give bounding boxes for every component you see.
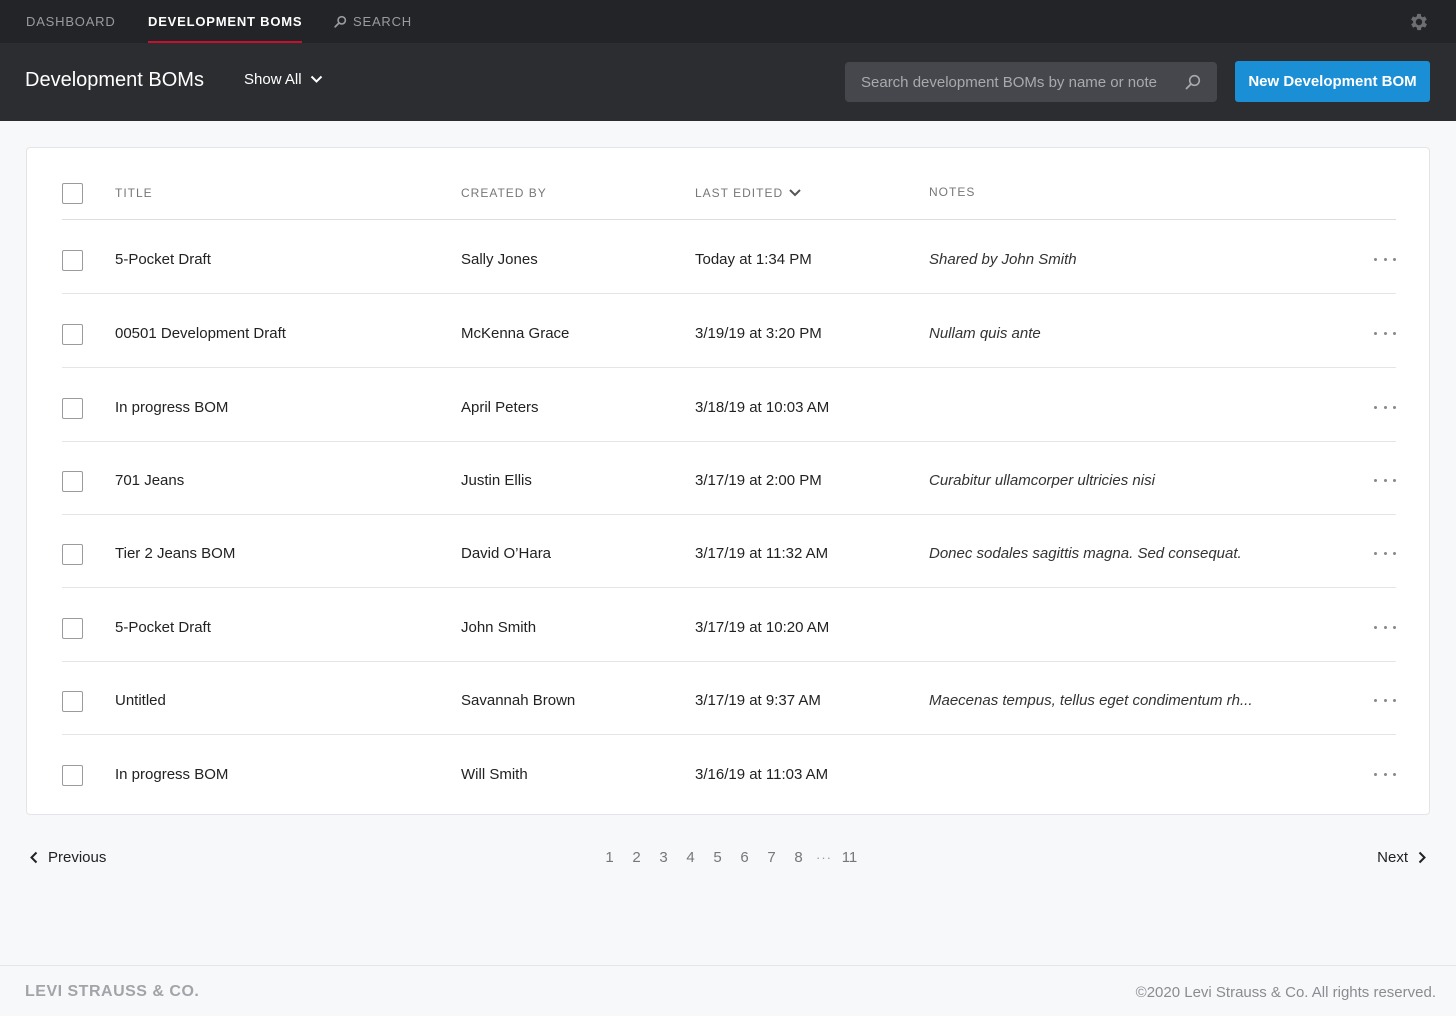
nav-dashboard[interactable]: DASHBOARD <box>26 0 116 43</box>
table-row[interactable]: Untitled Savannah Brown 3/17/19 at 9:37 … <box>62 662 1396 735</box>
chevron-down-icon <box>310 75 322 83</box>
more-icon[interactable] <box>1374 249 1396 269</box>
row-created-by: Will Smith <box>461 766 528 783</box>
row-last-edited: 3/17/19 at 9:37 AM <box>695 692 821 709</box>
row-created-by: Sally Jones <box>461 251 538 268</box>
row-notes: Donec sodales sagittis magna. Sed conseq… <box>929 545 1242 562</box>
table-row[interactable]: In progress BOM Will Smith 3/16/19 at 11… <box>62 736 1396 809</box>
page-number[interactable]: 4 <box>677 849 704 866</box>
row-title[interactable]: 00501 Development Draft <box>115 325 286 342</box>
row-notes: Curabitur ullamcorper ultricies nisi <box>929 472 1155 489</box>
nav-development-boms[interactable]: DEVELOPMENT BOMs <box>148 0 303 43</box>
row-last-edited: 3/17/19 at 11:32 AM <box>695 545 829 562</box>
row-last-edited: 3/19/19 at 3:20 PM <box>695 325 822 342</box>
table-row[interactable]: 701 Jeans Justin Ellis 3/17/19 at 2:00 P… <box>62 442 1396 515</box>
row-last-edited: 3/16/19 at 11:03 AM <box>695 766 829 783</box>
column-title[interactable]: TITLE <box>115 186 153 200</box>
search-icon <box>334 15 347 28</box>
row-checkbox[interactable] <box>62 765 83 786</box>
next-label: Next <box>1377 849 1408 866</box>
table-row[interactable]: 00501 Development Draft McKenna Grace 3/… <box>62 295 1396 368</box>
more-icon[interactable] <box>1374 764 1396 784</box>
page-title: Development BOMs <box>25 69 204 91</box>
nav-search-label: SEARCH <box>353 14 412 29</box>
previous-page-button[interactable]: Previous <box>30 849 106 866</box>
column-last-edited-label: LAST EDITED <box>695 186 784 200</box>
row-title[interactable]: 701 Jeans <box>115 472 184 489</box>
row-created-by: Savannah Brown <box>461 692 576 709</box>
column-created-by[interactable]: CREATED BY <box>461 186 547 200</box>
company-logo: LEVI STRAUSS & CO. <box>25 983 200 1000</box>
table-row[interactable]: Tier 2 Jeans BOM David O’Hara 3/17/19 at… <box>62 515 1396 588</box>
more-icon[interactable] <box>1374 617 1396 637</box>
row-title[interactable]: 5-Pocket Draft <box>115 251 211 268</box>
table-row[interactable]: In progress BOM April Peters 3/18/19 at … <box>62 369 1396 442</box>
row-checkbox[interactable] <box>62 691 83 712</box>
page-number[interactable]: 6 <box>731 849 758 866</box>
row-checkbox[interactable] <box>62 544 83 565</box>
filter-dropdown[interactable]: Show All <box>244 71 323 88</box>
row-title[interactable]: 5-Pocket Draft <box>115 619 211 636</box>
page-number-last[interactable]: 11 <box>836 849 863 866</box>
page-number[interactable]: 7 <box>758 849 785 866</box>
column-last-edited[interactable]: LAST EDITED <box>695 186 801 200</box>
new-development-bom-button[interactable]: New Development BOM <box>1235 61 1430 102</box>
row-checkbox[interactable] <box>62 324 83 345</box>
row-last-edited: 3/17/19 at 10:20 AM <box>695 619 830 636</box>
page-number[interactable]: 5 <box>704 849 731 866</box>
row-notes: Shared by John Smith <box>929 251 1077 268</box>
more-icon[interactable] <box>1374 470 1396 490</box>
pagination: Previous 1 2 3 4 5 6 7 8 ··· 11 Next <box>0 845 1456 871</box>
gear-icon[interactable] <box>1408 11 1430 33</box>
search-box[interactable] <box>845 62 1217 102</box>
boms-table: TITLE CREATED BY LAST EDITED NOTES 5-Poc… <box>26 147 1430 815</box>
row-last-edited: Today at 1:34 PM <box>695 251 812 268</box>
row-notes: Maecenas tempus, tellus eget condimentum… <box>929 692 1253 709</box>
row-checkbox[interactable] <box>62 618 83 639</box>
row-created-by: McKenna Grace <box>461 325 570 342</box>
row-title[interactable]: Tier 2 Jeans BOM <box>115 545 235 562</box>
row-created-by: Justin Ellis <box>461 472 532 489</box>
chevron-right-icon <box>1418 851 1426 864</box>
footer: LEVI STRAUSS & CO. ©2020 Levi Strauss & … <box>0 965 1456 1016</box>
more-icon[interactable] <box>1374 397 1396 417</box>
row-checkbox[interactable] <box>62 398 83 419</box>
page-number[interactable]: 3 <box>650 849 677 866</box>
row-title[interactable]: In progress BOM <box>115 399 228 416</box>
row-checkbox[interactable] <box>62 471 83 492</box>
more-icon[interactable] <box>1374 323 1396 343</box>
nav-search[interactable]: SEARCH <box>334 0 412 43</box>
select-all-checkbox[interactable] <box>62 183 83 204</box>
page-header: Development BOMs Show All New Developmen… <box>0 43 1456 121</box>
page-number[interactable]: 2 <box>623 849 650 866</box>
table-row[interactable]: 5-Pocket Draft John Smith 3/17/19 at 10:… <box>62 589 1396 662</box>
filter-label: Show All <box>244 71 302 88</box>
table-header: TITLE CREATED BY LAST EDITED NOTES <box>62 148 1396 220</box>
column-notes: NOTES <box>929 185 976 199</box>
chevron-down-icon <box>789 189 801 197</box>
page-number[interactable]: 1 <box>596 849 623 866</box>
more-icon[interactable] <box>1374 690 1396 710</box>
chevron-left-icon <box>30 851 38 864</box>
search-input[interactable] <box>861 62 1171 102</box>
page-number[interactable]: 8 <box>785 849 812 866</box>
row-title[interactable]: In progress BOM <box>115 766 228 783</box>
row-notes: Nullam quis ante <box>929 325 1041 342</box>
page-ellipsis: ··· <box>816 850 832 865</box>
next-page-button[interactable]: Next <box>1377 849 1426 866</box>
page-numbers: 1 2 3 4 5 6 7 8 ··· 11 <box>596 849 863 866</box>
row-created-by: April Peters <box>461 399 539 416</box>
row-title[interactable]: Untitled <box>115 692 166 709</box>
row-last-edited: 3/17/19 at 2:00 PM <box>695 472 822 489</box>
table-row[interactable]: 5-Pocket Draft Sally Jones Today at 1:34… <box>62 221 1396 294</box>
copyright-text: ©2020 Levi Strauss & Co. All rights rese… <box>1135 984 1436 1001</box>
search-icon[interactable] <box>1185 74 1201 90</box>
row-created-by: John Smith <box>461 619 537 636</box>
row-checkbox[interactable] <box>62 250 83 271</box>
more-icon[interactable] <box>1374 543 1396 563</box>
row-last-edited: 3/18/19 at 10:03 AM <box>695 399 830 416</box>
top-nav: DASHBOARD DEVELOPMENT BOMs SEARCH <box>0 0 1456 43</box>
row-created-by: David O’Hara <box>461 545 552 562</box>
previous-label: Previous <box>48 849 107 866</box>
